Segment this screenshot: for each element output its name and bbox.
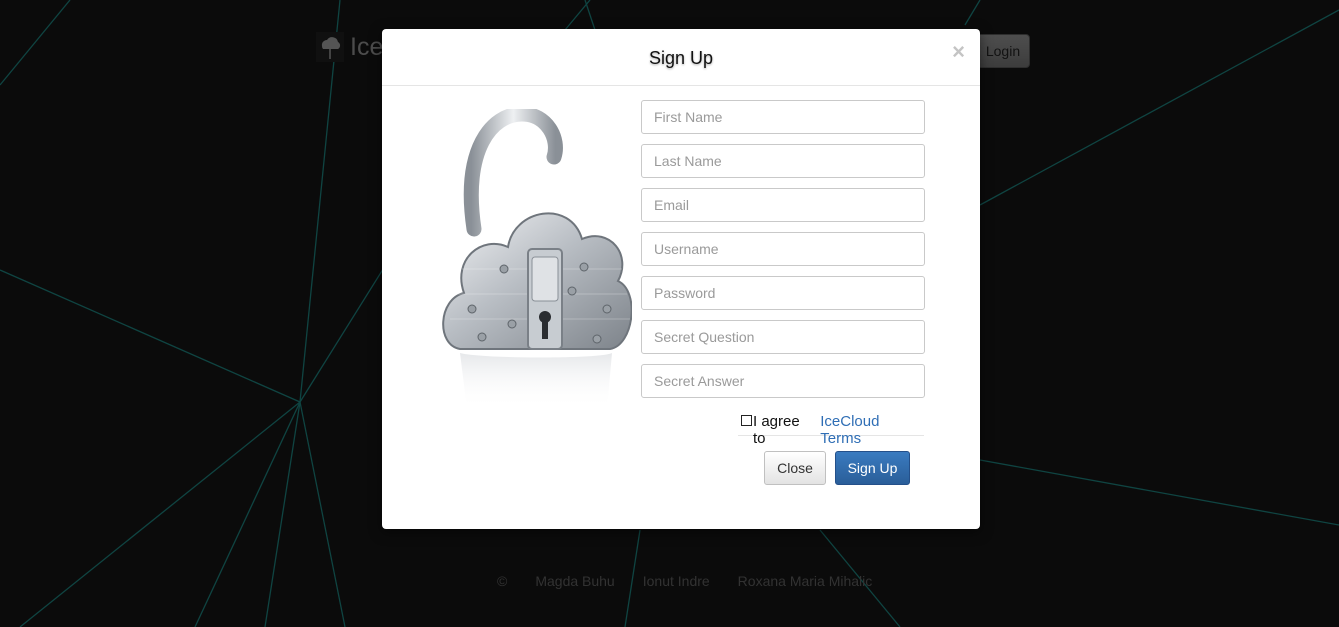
last-name-input[interactable] [641,144,925,178]
close-button[interactable]: Close [764,451,826,485]
first-name-input[interactable] [641,100,925,134]
email-input[interactable] [641,188,925,222]
agree-label: I agree to [752,413,800,447]
username-input[interactable] [641,232,925,266]
close-icon[interactable]: × [952,41,965,63]
modal-header: Sign Up × [382,29,980,86]
signup-modal: Sign Up × First Name Last Name Email Use… [382,29,980,529]
terms-checkbox[interactable] [741,415,752,426]
terms-link[interactable]: IceCloud Terms [820,413,924,447]
secret-answer-input[interactable] [641,364,925,398]
secret-question-input[interactable] [641,320,925,354]
modal-title: Sign Up [648,47,714,68]
sign-up-button[interactable]: Sign Up [835,451,910,485]
cloud-padlock-image [442,109,632,409]
password-input[interactable] [641,276,925,310]
signup-form [641,100,925,408]
terms-agreement: I agree to IceCloud Terms [738,413,924,447]
